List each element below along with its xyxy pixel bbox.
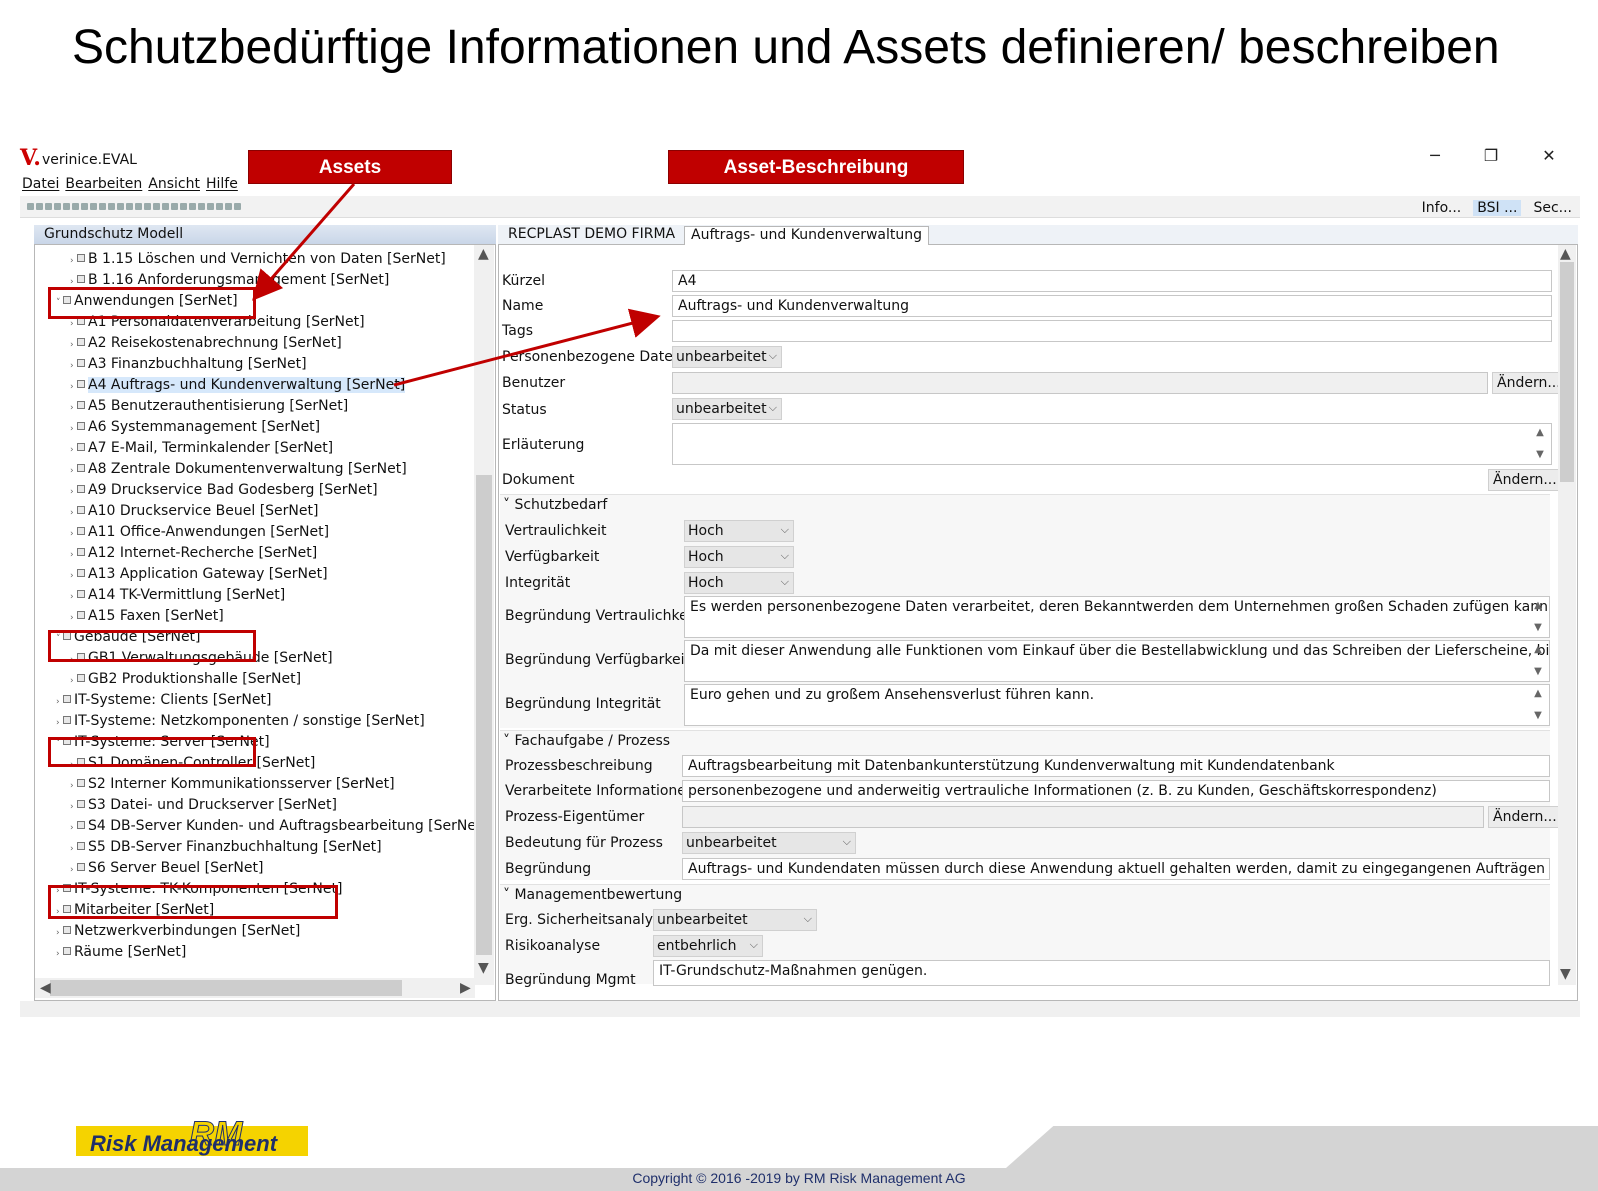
- arrow-to-asset-name: [393, 308, 661, 387]
- footer-decoration: [1006, 1126, 1598, 1168]
- logo-text: Risk Management: [90, 1131, 279, 1156]
- arrow-to-anwendungen: [252, 183, 356, 301]
- callout-arrows: [252, 183, 661, 387]
- rm-logo: RM Risk Management: [76, 1118, 308, 1156]
- copyright: Copyright © 2016 -2019 by RM Risk Manage…: [632, 1170, 966, 1186]
